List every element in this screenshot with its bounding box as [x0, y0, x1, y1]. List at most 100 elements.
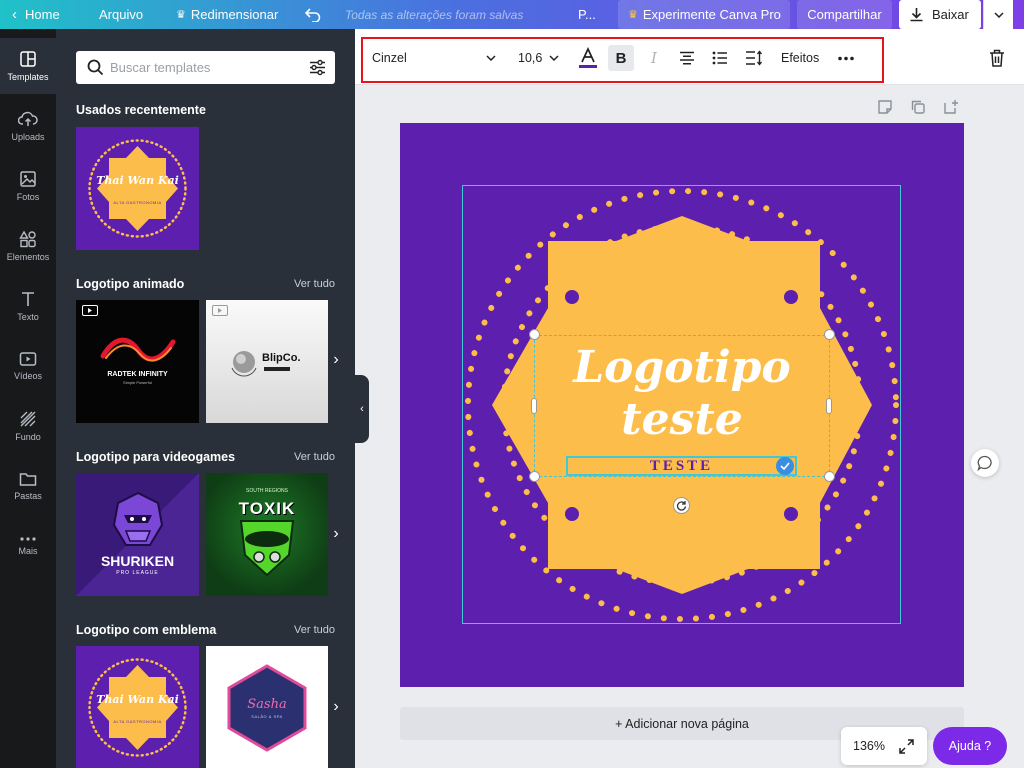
- more-options-button[interactable]: [836, 45, 856, 71]
- download-button[interactable]: Baixar: [899, 0, 981, 29]
- video-badge-icon: [212, 305, 228, 316]
- upload-cloud-icon: [18, 111, 38, 126]
- thumb-subtext: ALTA GASTRONOMIA: [113, 200, 162, 205]
- note-icon: [878, 100, 892, 114]
- line-spacing-icon: [746, 50, 763, 66]
- rail-folders[interactable]: Pastas: [0, 458, 56, 514]
- list-button[interactable]: [711, 45, 729, 71]
- carousel-next-button[interactable]: ›: [328, 525, 344, 542]
- chevron-down-icon: [993, 11, 1004, 18]
- home-button[interactable]: ‹ Home: [12, 0, 60, 29]
- resize-handle[interactable]: [529, 329, 540, 340]
- resize-handle[interactable]: [531, 398, 537, 414]
- template-thumbnail[interactable]: Thai Wan Kai ALTA GASTRONOMIA: [76, 646, 199, 768]
- resize-handle[interactable]: [529, 471, 540, 482]
- logo-title-line2[interactable]: teste: [534, 395, 830, 445]
- folder-icon: [19, 473, 37, 486]
- shuriken-mascot-art: [112, 491, 164, 546]
- italic-button[interactable]: I: [646, 45, 662, 71]
- template-thumbnail[interactable]: BlipCo.: [206, 300, 328, 423]
- see-all-link[interactable]: Ver tudo: [294, 278, 335, 290]
- design-page[interactable]: Logotipo teste TESTE: [400, 123, 964, 687]
- resize-handle[interactable]: [826, 398, 832, 414]
- rail-photos[interactable]: Fotos: [0, 158, 56, 214]
- rail-more[interactable]: Mais: [0, 518, 56, 574]
- try-pro-button[interactable]: ♛ Experimente Canva Pro: [618, 0, 790, 29]
- resize-button[interactable]: ♛ Redimensionar: [176, 0, 278, 29]
- template-thumbnail[interactable]: Thai Wan Kai ALTA GASTRONOMIA: [76, 127, 199, 250]
- logo-subtitle-text[interactable]: TESTE: [566, 456, 797, 476]
- add-note-button[interactable]: [877, 99, 893, 115]
- spacing-button[interactable]: [745, 45, 763, 71]
- thumb-text: SHURIKEN: [100, 553, 175, 569]
- help-button[interactable]: Ajuda ?: [933, 727, 1007, 765]
- zoom-control[interactable]: 136%: [841, 727, 927, 765]
- carousel-next-button[interactable]: ›: [328, 351, 344, 368]
- filter-icon[interactable]: [309, 59, 326, 76]
- section-title: Logotipo animado: [76, 277, 185, 291]
- text-color-button[interactable]: [578, 45, 598, 71]
- search-icon: [87, 59, 104, 76]
- fullscreen-icon[interactable]: [899, 739, 914, 754]
- crown-icon: ♛: [176, 9, 186, 21]
- search-input[interactable]: [110, 57, 300, 77]
- download-icon: [910, 8, 923, 22]
- resize-handle[interactable]: [824, 329, 835, 340]
- thumb-subtext: ALTA GASTRONOMIA: [113, 719, 162, 724]
- template-thumbnail[interactable]: SHURIKEN PRO LEAGUE: [76, 473, 199, 596]
- thumb-text: BlipCo.: [262, 352, 301, 364]
- add-page-icon-button[interactable]: [943, 99, 959, 115]
- bold-icon: B: [615, 49, 627, 67]
- text-color-icon: [579, 47, 597, 68]
- template-thumbnail[interactable]: SOUTH REGIONS TOXIK: [206, 473, 328, 596]
- comment-button[interactable]: [971, 449, 999, 477]
- rail-text[interactable]: Texto: [0, 278, 56, 334]
- thai-logo-art: [88, 139, 187, 238]
- resize-handle[interactable]: [824, 471, 835, 482]
- font-size-dropdown[interactable]: 10,6: [518, 45, 562, 71]
- download-options-button[interactable]: [983, 0, 1013, 29]
- logo-title-line1[interactable]: Logotipo: [534, 343, 830, 393]
- undo-button[interactable]: [305, 0, 321, 29]
- section-title: Usados recentemente: [76, 103, 206, 117]
- rotate-handle[interactable]: [673, 497, 690, 514]
- chevron-right-icon: ›: [333, 351, 339, 368]
- template-thumbnail[interactable]: RADTEK INFINITY Simple Powerful: [76, 300, 199, 423]
- delete-button[interactable]: [988, 45, 1006, 71]
- carousel-next-button[interactable]: ›: [328, 698, 344, 715]
- trash-icon: [990, 49, 1004, 67]
- thumb-subtext: PRO LEAGUE: [116, 570, 159, 576]
- thumb-text: Sasha: [247, 697, 287, 712]
- rail-uploads[interactable]: Uploads: [0, 98, 56, 154]
- bold-button[interactable]: B: [608, 45, 634, 71]
- chevron-right-icon: ›: [333, 525, 339, 542]
- rail-templates[interactable]: Templates: [0, 38, 56, 94]
- collapse-panel-button[interactable]: ‹: [355, 375, 369, 443]
- chevron-down-icon: [549, 55, 559, 61]
- search-box[interactable]: [76, 51, 335, 84]
- arquivo-menu[interactable]: Arquivo: [99, 0, 143, 29]
- rail-elements[interactable]: Elementos: [0, 218, 56, 274]
- font-family-dropdown[interactable]: Cinzel: [372, 45, 500, 71]
- duplicate-page-button[interactable]: [910, 99, 926, 115]
- top-bar: ‹ Home Arquivo ♛ Redimensionar Todas as …: [0, 0, 1024, 29]
- add-page-icon: [944, 100, 958, 114]
- thumb-text: RADTEK INFINITY: [107, 371, 168, 378]
- rail-background[interactable]: Fundo: [0, 398, 56, 454]
- share-button[interactable]: Compartilhar: [797, 0, 892, 29]
- section-title: Logotipo para videogames: [76, 450, 236, 464]
- effects-button[interactable]: Efeitos: [781, 45, 819, 71]
- crown-icon: ♛: [628, 9, 638, 21]
- see-all-link[interactable]: Ver tudo: [294, 624, 335, 636]
- save-status: Todas as alterações foram salvas: [345, 7, 524, 22]
- see-all-link[interactable]: Ver tudo: [294, 451, 335, 463]
- video-icon: [19, 352, 37, 366]
- more-icon: [838, 56, 854, 60]
- template-thumbnail[interactable]: Sasha SALÃO & SPA: [206, 646, 328, 768]
- project-name[interactable]: P...: [578, 0, 596, 29]
- align-center-button[interactable]: [678, 45, 696, 71]
- zoom-level[interactable]: 136%: [853, 739, 885, 753]
- thumb-text: TOXIK: [238, 499, 296, 518]
- templates-panel: Usados recentemente Thai Wan Kai ALTA GA…: [56, 29, 355, 768]
- rail-videos[interactable]: Vídeos: [0, 338, 56, 394]
